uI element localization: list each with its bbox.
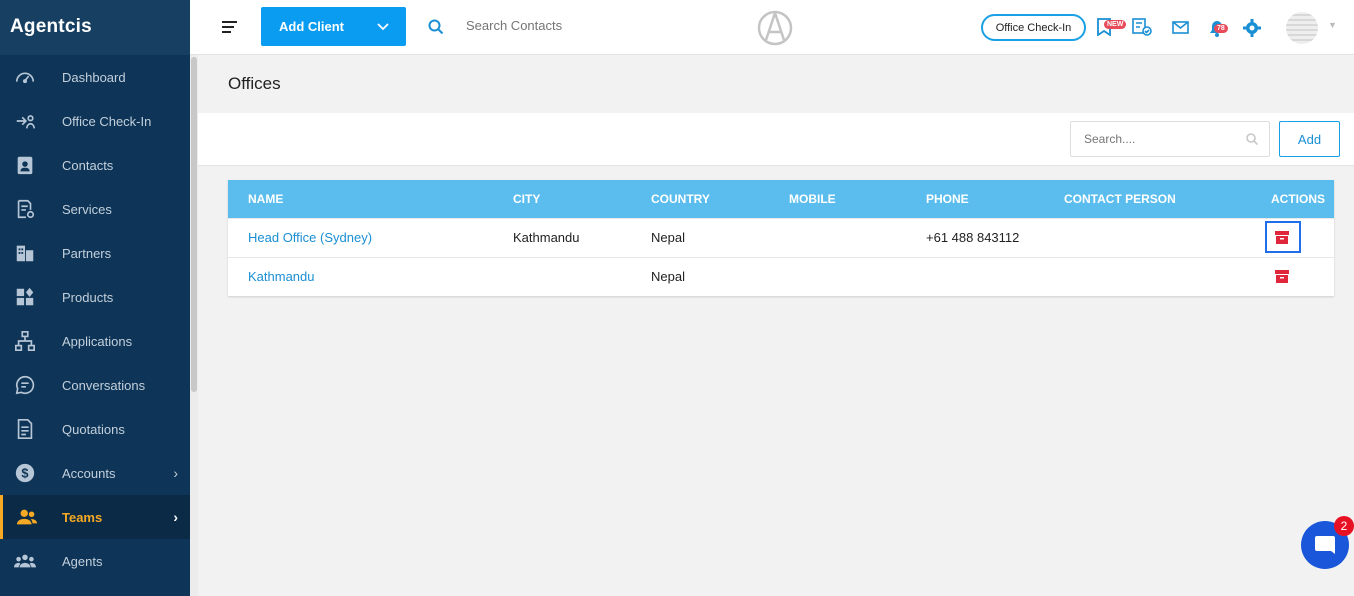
contacts-icon (17, 156, 33, 175)
office-country: Nepal (651, 269, 685, 284)
sidebar-item-services[interactable]: Services (0, 187, 190, 231)
sidebar-item-label: Conversations (62, 377, 146, 393)
sidebar-item-conversations[interactable]: Conversations (0, 363, 190, 407)
offices-table: NAME CITY COUNTRY MOBILE PHONE CONTACT P… (228, 180, 1334, 296)
chevron-down-icon[interactable] (360, 22, 406, 31)
task-list-icon[interactable] (1132, 18, 1152, 36)
notification-count-badge: 78 (1214, 24, 1228, 33)
add-client-button[interactable]: Add Client (261, 7, 406, 46)
header-country[interactable]: COUNTRY (651, 180, 710, 218)
office-search-input[interactable] (1070, 121, 1270, 157)
chevron-down-icon[interactable]: ▼ (1328, 20, 1337, 30)
office-name-link[interactable]: Kathmandu (248, 258, 315, 296)
header-contact-person[interactable]: CONTACT PERSON (1064, 180, 1176, 218)
sidebar-item-teams[interactable]: Teams › (0, 495, 190, 539)
sidebar-item-label: Partners (62, 245, 112, 261)
sidebar-nav: Dashboard Office Check-In Contacts Servi… (0, 55, 190, 583)
table-toolbar: Add (198, 113, 1354, 166)
chevron-right-icon: › (173, 465, 178, 481)
table-header: NAME CITY COUNTRY MOBILE PHONE CONTACT P… (228, 180, 1334, 218)
sidebar-item-products[interactable]: Products (0, 275, 190, 319)
table-row: Head Office (Sydney) Kathmandu Nepal +61… (228, 218, 1334, 257)
avatar[interactable] (1286, 12, 1318, 44)
office-name-link[interactable]: Head Office (Sydney) (248, 219, 372, 257)
sidebar: Agentcis Dashboard Office Check-In Conta… (0, 0, 190, 596)
sidebar-item-quotations[interactable]: Quotations (0, 407, 190, 451)
new-badge: NEW (1104, 20, 1127, 29)
svg-text:$: $ (21, 466, 28, 481)
applications-icon (15, 331, 35, 351)
archive-icon[interactable] (1275, 231, 1289, 244)
sidebar-item-label: Office Check-In (62, 113, 152, 129)
agents-icon (14, 554, 36, 568)
accounts-icon: $ (15, 463, 35, 483)
sidebar-item-label: Applications (62, 333, 133, 349)
mail-icon[interactable] (1172, 21, 1189, 34)
office-phone: +61 488 843112 (926, 230, 1020, 245)
archive-icon[interactable] (1275, 270, 1289, 283)
sidebar-item-dashboard[interactable]: Dashboard (0, 55, 190, 99)
search-contacts-input[interactable] (466, 18, 666, 33)
conversations-icon (15, 375, 35, 395)
sidebar-item-office-check-in[interactable]: Office Check-In (0, 99, 190, 143)
menu-icon[interactable] (222, 20, 238, 34)
sidebar-item-label: Quotations (62, 421, 125, 437)
header-city[interactable]: CITY (513, 180, 540, 218)
office-country: Nepal (651, 230, 685, 245)
table-row: Kathmandu Nepal (228, 257, 1334, 296)
search-icon (1246, 133, 1258, 145)
sidebar-item-label: Accounts (62, 465, 116, 481)
teams-icon (16, 509, 37, 525)
office-city: Kathmandu (513, 230, 580, 245)
sidebar-item-label: Services (62, 201, 112, 217)
sidebar-item-accounts[interactable]: $ Accounts › (0, 451, 190, 495)
quotations-icon (17, 419, 33, 439)
products-icon (16, 287, 34, 306)
add-client-label: Add Client (279, 19, 344, 34)
company-logo-icon (757, 10, 793, 46)
sidebar-item-label: Contacts (62, 157, 114, 173)
dashboard-icon (15, 72, 35, 84)
partners-icon (16, 245, 34, 262)
chevron-right-icon: › (173, 509, 178, 525)
gear-icon[interactable] (1243, 19, 1261, 37)
header-phone[interactable]: PHONE (926, 180, 969, 218)
sidebar-item-label: Teams (62, 509, 103, 525)
chat-unread-badge: 2 (1334, 516, 1354, 536)
page-title: Offices (228, 74, 281, 93)
header-name[interactable]: NAME (248, 180, 283, 218)
header-actions: ACTIONS (1271, 192, 1325, 206)
sidebar-item-contacts[interactable]: Contacts (0, 143, 190, 187)
sidebar-scrollbar-thumb[interactable] (191, 57, 197, 392)
services-icon (17, 199, 35, 219)
header-mobile[interactable]: MOBILE (789, 180, 836, 218)
sidebar-item-agents[interactable]: Agents (0, 539, 190, 583)
chat-icon (1315, 536, 1335, 554)
search-icon[interactable] (428, 19, 444, 35)
check-in-icon (16, 115, 35, 129)
office-check-in-button[interactable]: Office Check-In (981, 14, 1086, 41)
brand-logo[interactable]: Agentcis (0, 0, 190, 55)
top-bar: Add Client Office Check-In NEW 78 ▼ (190, 0, 1354, 55)
sidebar-item-label: Agents (62, 553, 103, 569)
sidebar-item-label: Dashboard (62, 69, 126, 85)
sidebar-item-applications[interactable]: Applications (0, 319, 190, 363)
sidebar-item-label: Products (62, 289, 114, 305)
add-office-button[interactable]: Add (1279, 121, 1340, 157)
sidebar-item-partners[interactable]: Partners (0, 231, 190, 275)
